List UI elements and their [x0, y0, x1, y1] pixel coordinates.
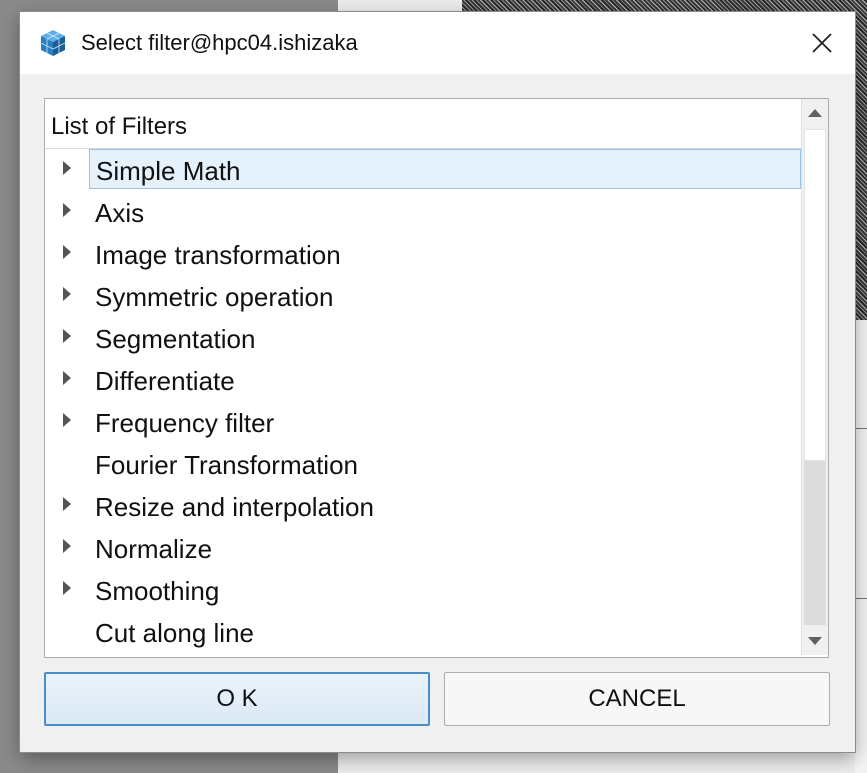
arrow-down-icon [808, 637, 822, 645]
cube-app-icon [38, 28, 68, 58]
ok-button[interactable]: O K [44, 672, 430, 726]
vertical-scrollbar[interactable] [801, 99, 828, 655]
tree-item-label: Fourier Transformation [95, 450, 358, 480]
select-filter-dialog: Select filter@hpc04.ishizaka List of Fil… [20, 12, 855, 752]
tree-item-frequency-filter[interactable]: Frequency filter [45, 401, 801, 443]
tree-item-axis[interactable]: Axis [45, 191, 801, 233]
tree-item-label: Simple Math [89, 149, 801, 189]
expand-arrow-icon[interactable] [63, 539, 71, 553]
expand-arrow-icon[interactable] [63, 413, 71, 427]
close-button[interactable] [789, 12, 855, 74]
background-divider [855, 598, 867, 599]
tree-item-label: Resize and interpolation [95, 492, 374, 522]
tree-item-differentiate[interactable]: Differentiate [45, 359, 801, 401]
tree-item-simple-math[interactable]: Simple Math [45, 149, 801, 191]
tree-item-label: Differentiate [95, 366, 235, 396]
expand-arrow-icon[interactable] [63, 287, 71, 301]
tree-item-label: Cut along line [95, 618, 254, 648]
tree-item-label: Axis [95, 198, 145, 228]
tree-item-label: Image transformation [95, 240, 341, 270]
expand-arrow-icon[interactable] [63, 203, 71, 217]
tree-item-cut-along-line[interactable]: Cut along line [45, 611, 801, 653]
tree-item-resize-and-interpolation[interactable]: Resize and interpolation [45, 485, 801, 527]
scroll-thumb[interactable] [804, 129, 826, 461]
cancel-button[interactable]: CANCEL [444, 672, 830, 726]
scroll-down-button[interactable] [802, 627, 828, 655]
scroll-up-button[interactable] [802, 99, 828, 127]
filter-tree[interactable]: List of Filters Simple Math Axis Image t… [44, 98, 829, 658]
tree-item-normalize[interactable]: Normalize [45, 527, 801, 569]
expand-arrow-icon[interactable] [63, 371, 71, 385]
expand-arrow-icon[interactable] [63, 329, 71, 343]
scroll-track[interactable] [804, 461, 826, 625]
expand-arrow-icon[interactable] [63, 245, 71, 259]
expand-arrow-icon[interactable] [63, 581, 71, 595]
close-icon [812, 33, 832, 53]
expand-arrow-icon[interactable] [63, 161, 71, 175]
tree-item-label: Frequency filter [95, 408, 275, 438]
tree-item-segmentation[interactable]: Segmentation [45, 317, 801, 359]
tree-item-label: Normalize [95, 534, 213, 564]
tree-item-label: Symmetric operation [95, 282, 334, 312]
dialog-title: Select filter@hpc04.ishizaka [81, 30, 358, 55]
tree-item-symmetric-operation[interactable]: Symmetric operation [45, 275, 801, 317]
title-bar[interactable]: Select filter@hpc04.ishizaka [20, 12, 855, 74]
background-strip [855, 320, 867, 773]
background-divider [855, 428, 867, 429]
tree-item-label: Segmentation [95, 324, 256, 354]
arrow-up-icon [808, 109, 822, 117]
tree-item-image-transformation[interactable]: Image transformation [45, 233, 801, 275]
tree-body: Simple Math Axis Image transformation Sy… [45, 149, 801, 655]
tree-item-smoothing[interactable]: Smoothing [45, 569, 801, 611]
tree-column-header[interactable]: List of Filters [45, 99, 801, 149]
expand-arrow-icon[interactable] [63, 497, 71, 511]
tree-item-label: Smoothing [95, 576, 220, 606]
tree-item-fourier-transformation[interactable]: Fourier Transformation [45, 443, 801, 485]
